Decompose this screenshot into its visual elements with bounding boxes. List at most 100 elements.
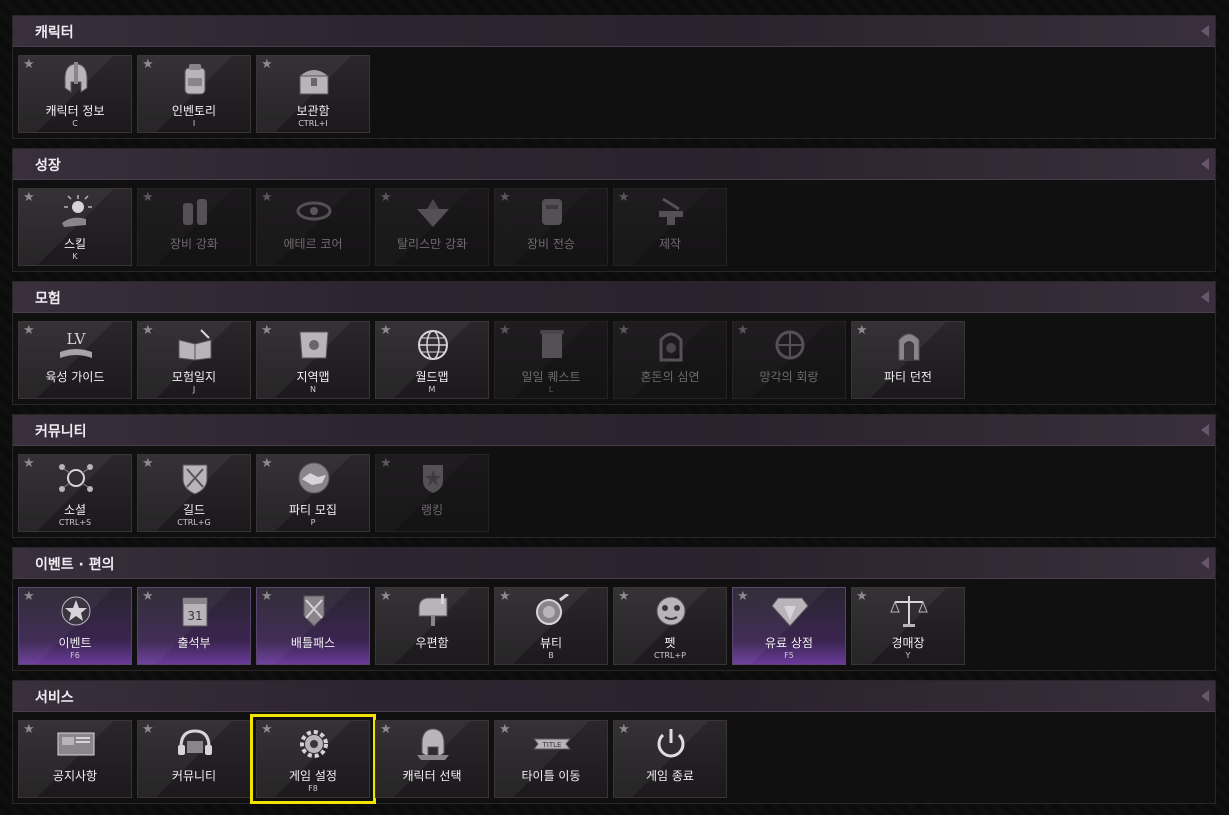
favorite-star-icon[interactable]: ★ bbox=[142, 324, 154, 338]
skill-button[interactable]: ★ 스킬 K bbox=[18, 188, 132, 266]
favorite-star-icon[interactable]: ★ bbox=[737, 324, 749, 338]
tile-hotkey: J bbox=[192, 385, 196, 394]
favorite-star-icon[interactable]: ★ bbox=[618, 723, 630, 737]
storage-button[interactable]: ★ 보관함 CTRL+I bbox=[256, 55, 370, 133]
game-settings-button[interactable]: ★ 게임 설정 F8 bbox=[250, 714, 376, 804]
world-map-button[interactable]: ★ 월드맵 M bbox=[375, 321, 489, 399]
handshake-icon bbox=[294, 461, 334, 495]
favorite-star-icon[interactable]: ★ bbox=[23, 191, 35, 205]
favorite-star-icon[interactable]: ★ bbox=[380, 590, 392, 604]
region-map-button[interactable]: ★ 지역맵 N bbox=[256, 321, 370, 399]
beauty-button[interactable]: ★ 뷰티 B bbox=[494, 587, 608, 665]
growth-guide-button[interactable]: ★ LV 육성 가이드 bbox=[18, 321, 132, 399]
tile-hotkey: F6 bbox=[70, 651, 80, 660]
party-recruit-button[interactable]: ★ 파티 모집 P bbox=[256, 454, 370, 532]
favorite-star-icon[interactable]: ★ bbox=[23, 324, 35, 338]
tile-label: 일일 퀘스트 bbox=[521, 370, 581, 384]
favorite-star-icon[interactable]: ★ bbox=[499, 324, 511, 338]
favorite-star-icon[interactable]: ★ bbox=[618, 324, 630, 338]
favorite-star-icon[interactable]: ★ bbox=[142, 58, 154, 72]
scroll-icon bbox=[532, 328, 572, 362]
tile-hotkey: CTRL+G bbox=[177, 518, 211, 527]
daily-quest-button[interactable]: ★ 일일 퀘스트 L bbox=[494, 321, 608, 399]
armor-enhance-button[interactable]: ★ 장비 강화 bbox=[137, 188, 251, 266]
ranking-button[interactable]: ★ 랭킹 bbox=[375, 454, 489, 532]
tile-label: 펫 bbox=[664, 636, 676, 650]
favorite-star-icon[interactable]: ★ bbox=[142, 191, 154, 205]
favorite-star-icon[interactable]: ★ bbox=[23, 723, 35, 737]
armor-enhance-icon bbox=[175, 195, 215, 229]
community-button[interactable]: ★ 커뮤니티 bbox=[137, 720, 251, 798]
title-screen-button[interactable]: ★ TITLE 타이틀 이동 bbox=[494, 720, 608, 798]
social-button[interactable]: ★ 소셜 CTRL+S bbox=[18, 454, 132, 532]
auction-house-button[interactable]: ★ 경매장 Y bbox=[851, 587, 965, 665]
favorite-star-icon[interactable]: ★ bbox=[23, 58, 35, 72]
favorite-star-icon[interactable]: ★ bbox=[261, 457, 273, 471]
battle-pass-button[interactable]: ★ 배틀패스 bbox=[256, 587, 370, 665]
favorite-star-icon[interactable]: ★ bbox=[499, 590, 511, 604]
attendance-button[interactable]: ★ 31 출석부 bbox=[137, 587, 251, 665]
title-banner-icon: TITLE bbox=[532, 727, 572, 761]
favorite-star-icon[interactable]: ★ bbox=[380, 723, 392, 737]
character-select-icon bbox=[413, 727, 453, 761]
tile-label: 랭킹 bbox=[420, 503, 444, 517]
tile-label: 소셜 bbox=[63, 503, 87, 517]
event-star-icon bbox=[56, 594, 96, 628]
party-dungeon-icon bbox=[889, 328, 929, 362]
favorite-star-icon[interactable]: ★ bbox=[261, 723, 273, 737]
oblivion-corridor-button[interactable]: ★ 망각의 회랑 bbox=[732, 321, 846, 399]
guild-button[interactable]: ★ 길드 CTRL+G bbox=[137, 454, 251, 532]
notice-button[interactable]: ★ 공지사항 bbox=[18, 720, 132, 798]
ether-core-button[interactable]: ★ 에테르 코어 bbox=[256, 188, 370, 266]
tile-label: 월드맵 bbox=[415, 370, 449, 384]
favorite-star-icon[interactable]: ★ bbox=[380, 457, 392, 471]
gear-icon bbox=[294, 727, 334, 761]
backpack-icon bbox=[175, 62, 215, 96]
favorite-star-icon[interactable]: ★ bbox=[142, 723, 154, 737]
favorite-star-icon[interactable]: ★ bbox=[261, 590, 273, 604]
character-select-button[interactable]: ★ 캐릭터 선택 bbox=[375, 720, 489, 798]
tile-label: 스킬 bbox=[63, 237, 87, 251]
tile-label: 보관함 bbox=[296, 104, 330, 118]
paid-shop-button[interactable]: ★ 유료 상점 F5 bbox=[732, 587, 846, 665]
favorite-star-icon[interactable]: ★ bbox=[142, 457, 154, 471]
inventory-button[interactable]: ★ 인벤토리 I bbox=[137, 55, 251, 133]
favorite-star-icon[interactable]: ★ bbox=[142, 590, 154, 604]
exit-game-button[interactable]: ★ 게임 종료 bbox=[613, 720, 727, 798]
headset-icon bbox=[175, 727, 215, 761]
favorite-star-icon[interactable]: ★ bbox=[23, 457, 35, 471]
equipment-inherit-button[interactable]: ★ 장비 전승 bbox=[494, 188, 608, 266]
favorite-star-icon[interactable]: ★ bbox=[380, 191, 392, 205]
party-dungeon-button[interactable]: ★ 파티 던전 bbox=[851, 321, 965, 399]
favorite-star-icon[interactable]: ★ bbox=[856, 324, 868, 338]
pet-button[interactable]: ★ 펫 CTRL+P bbox=[613, 587, 727, 665]
notice-board-icon bbox=[56, 727, 96, 761]
favorite-star-icon[interactable]: ★ bbox=[380, 324, 392, 338]
favorite-star-icon[interactable]: ★ bbox=[261, 324, 273, 338]
character-info-button[interactable]: ★ 캐릭터 정보 C bbox=[18, 55, 132, 133]
favorite-star-icon[interactable]: ★ bbox=[261, 58, 273, 72]
tile-label: 에테르 코어 bbox=[283, 237, 343, 251]
favorite-star-icon[interactable]: ★ bbox=[499, 723, 511, 737]
section-adventure: 모험 ★ LV 육성 가이드 ★ 모험일지 J ★ 지역맵 N ★ 월드맵 M … bbox=[12, 281, 1216, 405]
chaos-abyss-button[interactable]: ★ 혼돈의 심연 bbox=[613, 321, 727, 399]
talisman-enhance-button[interactable]: ★ 탈리스만 강화 bbox=[375, 188, 489, 266]
region-map-icon bbox=[294, 328, 334, 362]
crafting-button[interactable]: ★ 제작 bbox=[613, 188, 727, 266]
adventure-journal-button[interactable]: ★ 모험일지 J bbox=[137, 321, 251, 399]
section-header: 성장 bbox=[13, 149, 1215, 180]
tile-label: 모험일지 bbox=[171, 370, 217, 384]
favorite-star-icon[interactable]: ★ bbox=[261, 191, 273, 205]
mailbox-button[interactable]: ★ 우편함 bbox=[375, 587, 489, 665]
section-header: 모험 bbox=[13, 282, 1215, 313]
favorite-star-icon[interactable]: ★ bbox=[737, 590, 749, 604]
favorite-star-icon[interactable]: ★ bbox=[499, 191, 511, 205]
favorite-star-icon[interactable]: ★ bbox=[618, 191, 630, 205]
event-button[interactable]: ★ 이벤트 F6 bbox=[18, 587, 132, 665]
favorite-star-icon[interactable]: ★ bbox=[23, 590, 35, 604]
favorite-star-icon[interactable]: ★ bbox=[618, 590, 630, 604]
favorite-star-icon[interactable]: ★ bbox=[856, 590, 868, 604]
tile-label: 배틀패스 bbox=[290, 636, 336, 650]
pet-icon bbox=[651, 594, 691, 628]
tile-hotkey: F8 bbox=[308, 784, 318, 793]
